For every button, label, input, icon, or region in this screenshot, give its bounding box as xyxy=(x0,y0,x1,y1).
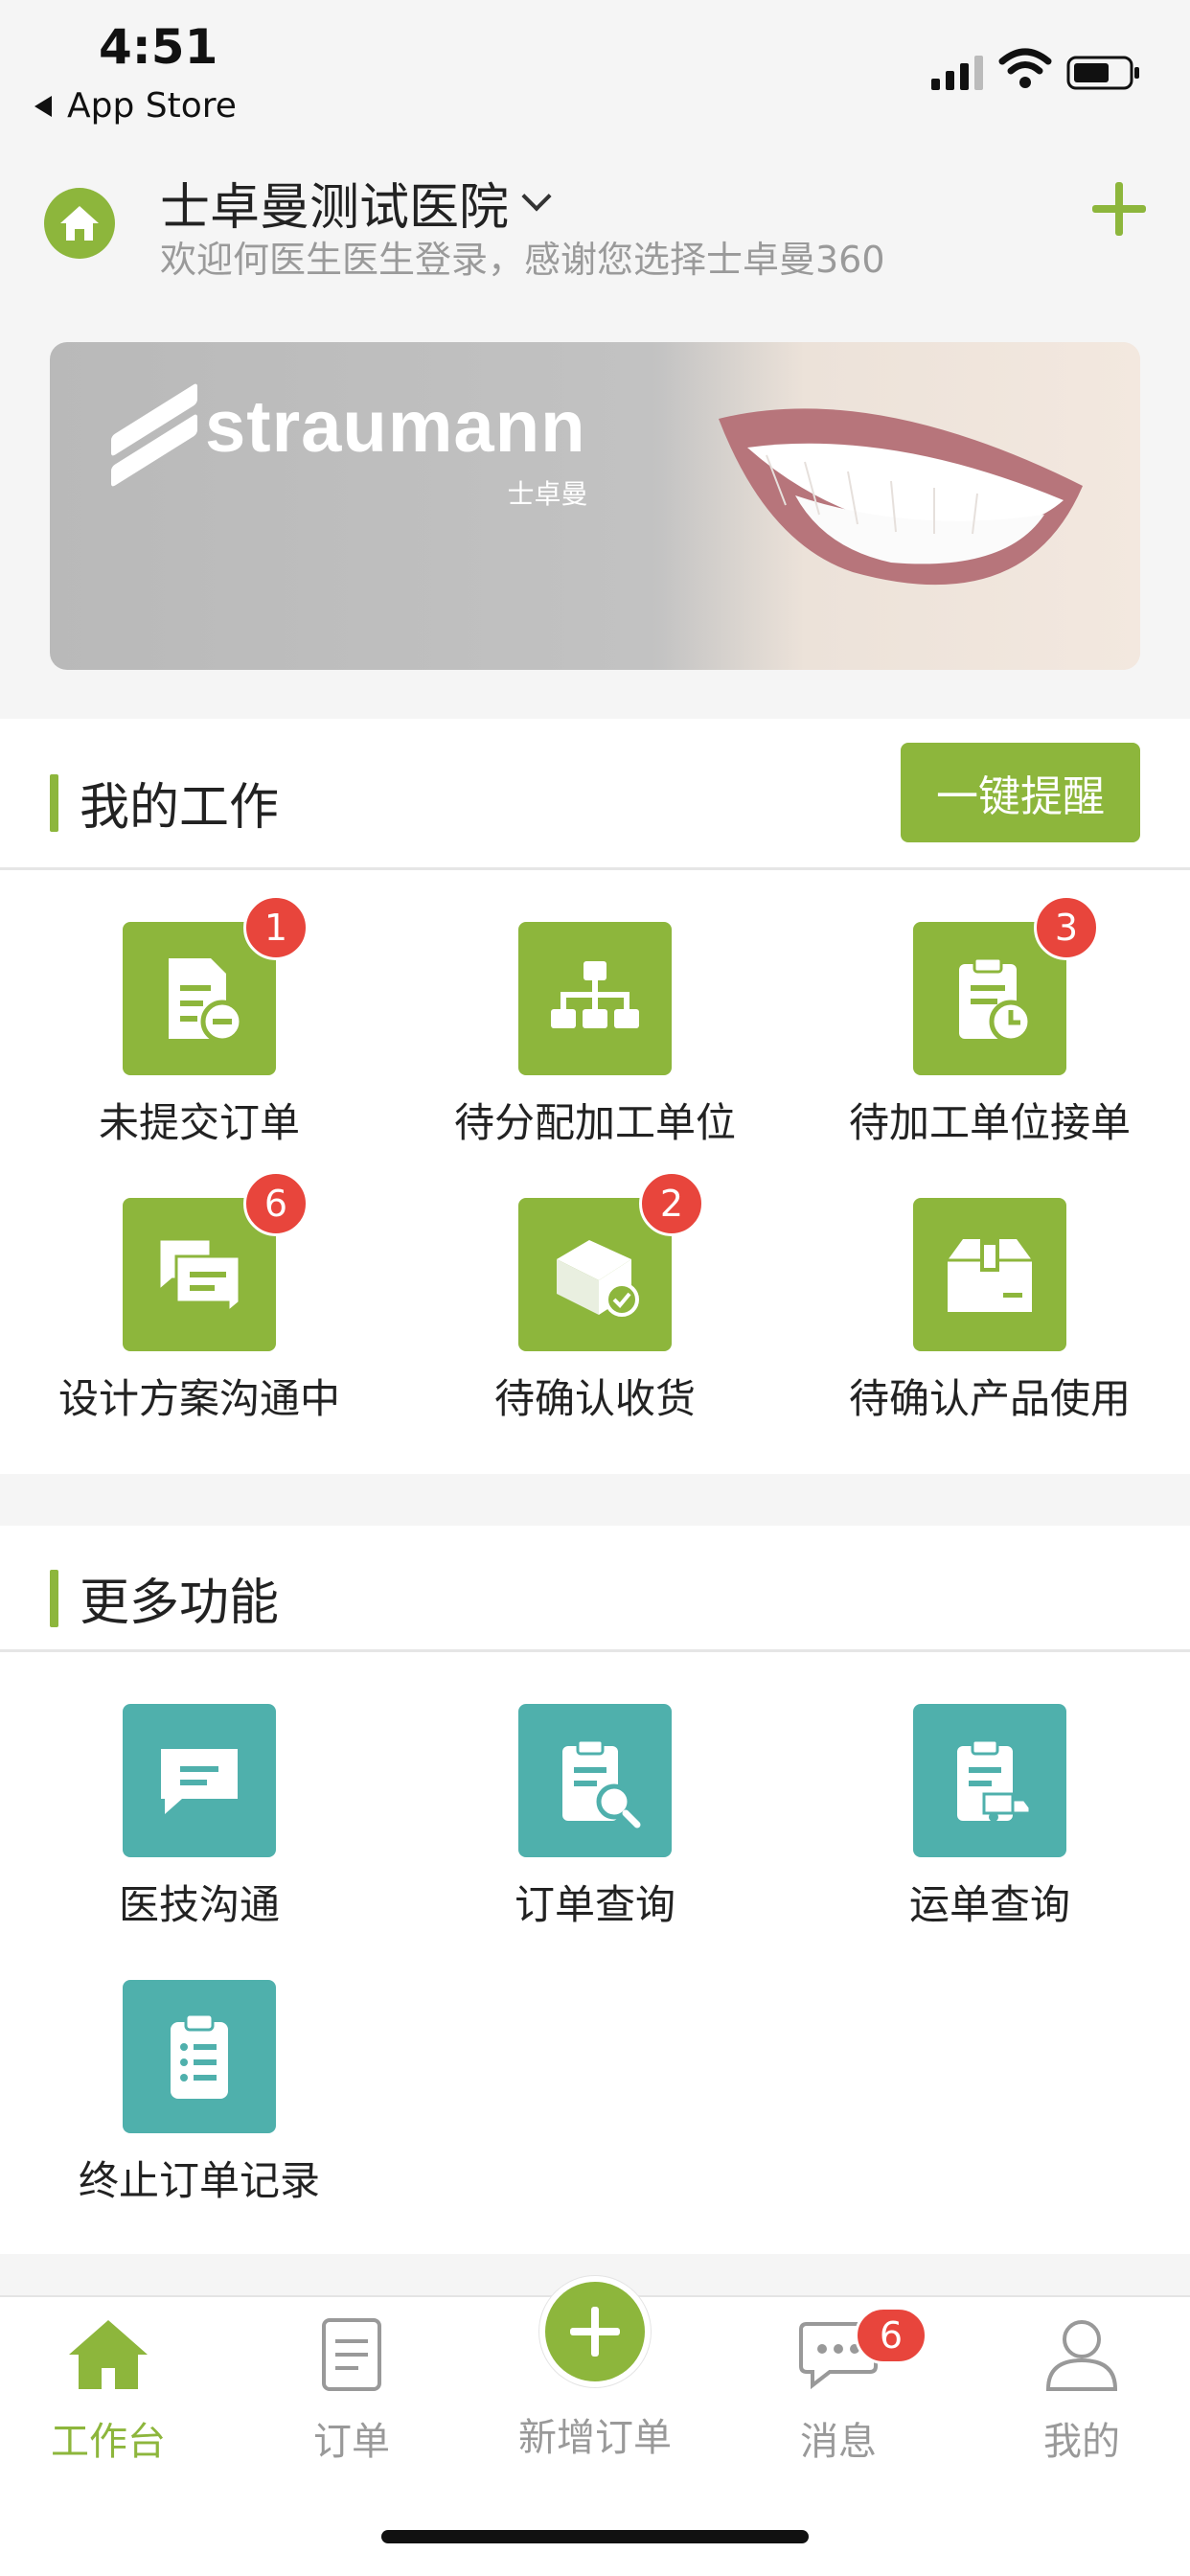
box-check-icon: 2 xyxy=(518,1171,704,1351)
document-icon xyxy=(322,2318,381,2391)
chat-bubbles-icon: 6 xyxy=(123,1171,309,1351)
badge-count: 1 xyxy=(243,895,309,960)
work-item-label: 待确认收货 xyxy=(493,1375,696,1422)
badge-count: 3 xyxy=(1034,895,1099,960)
org-chart-icon xyxy=(518,922,672,1075)
remind-all-button[interactable]: 一键提醒 xyxy=(901,743,1140,842)
hospital-selector[interactable]: 士卓曼测试医院 xyxy=(160,167,552,239)
straumann-logo: straumann 士卓曼 xyxy=(111,380,588,510)
work-item-label: 待分配加工单位 xyxy=(453,1099,736,1146)
welcome-text: 欢迎何医生医生登录，感谢您选择士卓曼360 xyxy=(160,239,885,281)
new-order-spacer xyxy=(552,2316,638,2393)
cellular-signal-icon xyxy=(931,52,983,90)
function-terminated-orders[interactable]: 终止订单记录 xyxy=(41,1980,357,2207)
tab-label: 订单 xyxy=(313,2420,390,2464)
status-bar: 4:51 App Store xyxy=(0,0,1190,144)
header: 士卓曼测试医院 欢迎何医生医生登录，感谢您选择士卓曼360 xyxy=(0,153,1190,297)
more-functions-header: 更多功能 xyxy=(0,1526,1190,1652)
brand-name: straumann xyxy=(205,385,586,468)
work-item-label: 待确认产品使用 xyxy=(848,1375,1131,1422)
back-arrow-icon xyxy=(34,95,52,117)
messages-badge: 6 xyxy=(855,2307,927,2364)
tab-label: 消息 xyxy=(800,2420,877,2464)
more-functions-title-text: 更多功能 xyxy=(80,1575,280,1632)
add-icon[interactable] xyxy=(1092,182,1146,236)
work-item-label: 待加工单位接单 xyxy=(848,1099,1131,1146)
work-item-label: 设计方案沟通中 xyxy=(57,1375,340,1422)
work-item-confirm-receipt[interactable]: 2 待确认收货 xyxy=(437,1171,753,1425)
promo-banner[interactable]: straumann 士卓曼 xyxy=(50,342,1140,670)
brand-sub: 士卓曼 xyxy=(507,477,588,510)
tab-label: 我的 xyxy=(1043,2420,1120,2464)
tab-orders[interactable]: 订单 xyxy=(251,2316,452,2466)
user-icon xyxy=(1045,2320,1118,2391)
home-indicator xyxy=(381,2530,809,2543)
badge-count: 2 xyxy=(639,1171,704,1236)
function-order-search[interactable]: 订单查询 xyxy=(437,1704,753,1931)
smile-photo xyxy=(661,342,1140,670)
title-accent-bar xyxy=(50,1569,58,1627)
clipboard-clock-icon: 3 xyxy=(913,895,1099,1075)
function-tech-communication[interactable]: 医技沟通 xyxy=(41,1704,357,1931)
title-accent-bar xyxy=(50,773,58,832)
my-work-title: 我的工作 xyxy=(50,767,279,839)
work-item-design-discussion[interactable]: 6 设计方案沟通中 xyxy=(41,1171,357,1425)
package-icon xyxy=(913,1198,1066,1351)
back-app-label: App Store xyxy=(67,86,237,126)
tab-label: 工作台 xyxy=(51,2420,166,2464)
clipboard-truck-icon xyxy=(913,1704,1066,1857)
work-item-label: 未提交订单 xyxy=(98,1099,300,1146)
function-waybill-search[interactable]: 运单查询 xyxy=(832,1704,1148,1931)
work-item-confirm-usage[interactable]: 待确认产品使用 xyxy=(832,1198,1148,1425)
tab-label: 新增订单 xyxy=(518,2416,672,2460)
tab-workbench[interactable]: 工作台 xyxy=(8,2316,209,2466)
work-item-unsubmitted[interactable]: 1 未提交订单 xyxy=(41,895,357,1149)
more-functions-section: 更多功能 医技沟通 订单查询 运单查询 终止订单记录 xyxy=(0,1526,1190,2254)
home-icon xyxy=(69,2320,148,2389)
tab-profile[interactable]: 我的 xyxy=(981,2316,1182,2466)
hospital-name: 士卓曼测试医院 xyxy=(160,179,510,237)
more-functions-title: 更多功能 xyxy=(50,1562,279,1634)
work-item-pending-assign[interactable]: 待分配加工单位 xyxy=(437,922,753,1149)
message-icon xyxy=(123,1704,276,1857)
my-work-section: 我的工作 一键提醒 1 未提交订单 待分配加工单位 3 待加工单位接单 6 设计… xyxy=(0,719,1190,1474)
function-label: 运单查询 xyxy=(908,1881,1070,1928)
function-label: 终止订单记录 xyxy=(78,2157,320,2204)
chevron-down-icon xyxy=(521,180,552,212)
straumann-mark-icon xyxy=(111,380,197,489)
status-time: 4:51 xyxy=(99,19,218,75)
tab-new-order[interactable]: 新增订单 xyxy=(494,2316,696,2462)
clipboard-list-icon xyxy=(123,1980,276,2133)
function-label: 订单查询 xyxy=(514,1881,675,1928)
my-work-header: 我的工作 一键提醒 xyxy=(0,719,1190,870)
wifi-icon xyxy=(998,48,1052,88)
back-to-app-link[interactable]: App Store xyxy=(34,86,237,126)
badge-count: 6 xyxy=(243,1171,309,1236)
hospital-home-icon[interactable] xyxy=(44,188,115,259)
my-work-title-text: 我的工作 xyxy=(80,779,280,837)
document-minus-icon: 1 xyxy=(123,895,309,1075)
function-label: 医技沟通 xyxy=(118,1881,280,1928)
battery-icon xyxy=(1066,56,1139,90)
work-item-pending-accept[interactable]: 3 待加工单位接单 xyxy=(832,895,1148,1149)
clipboard-search-icon xyxy=(518,1704,672,1857)
